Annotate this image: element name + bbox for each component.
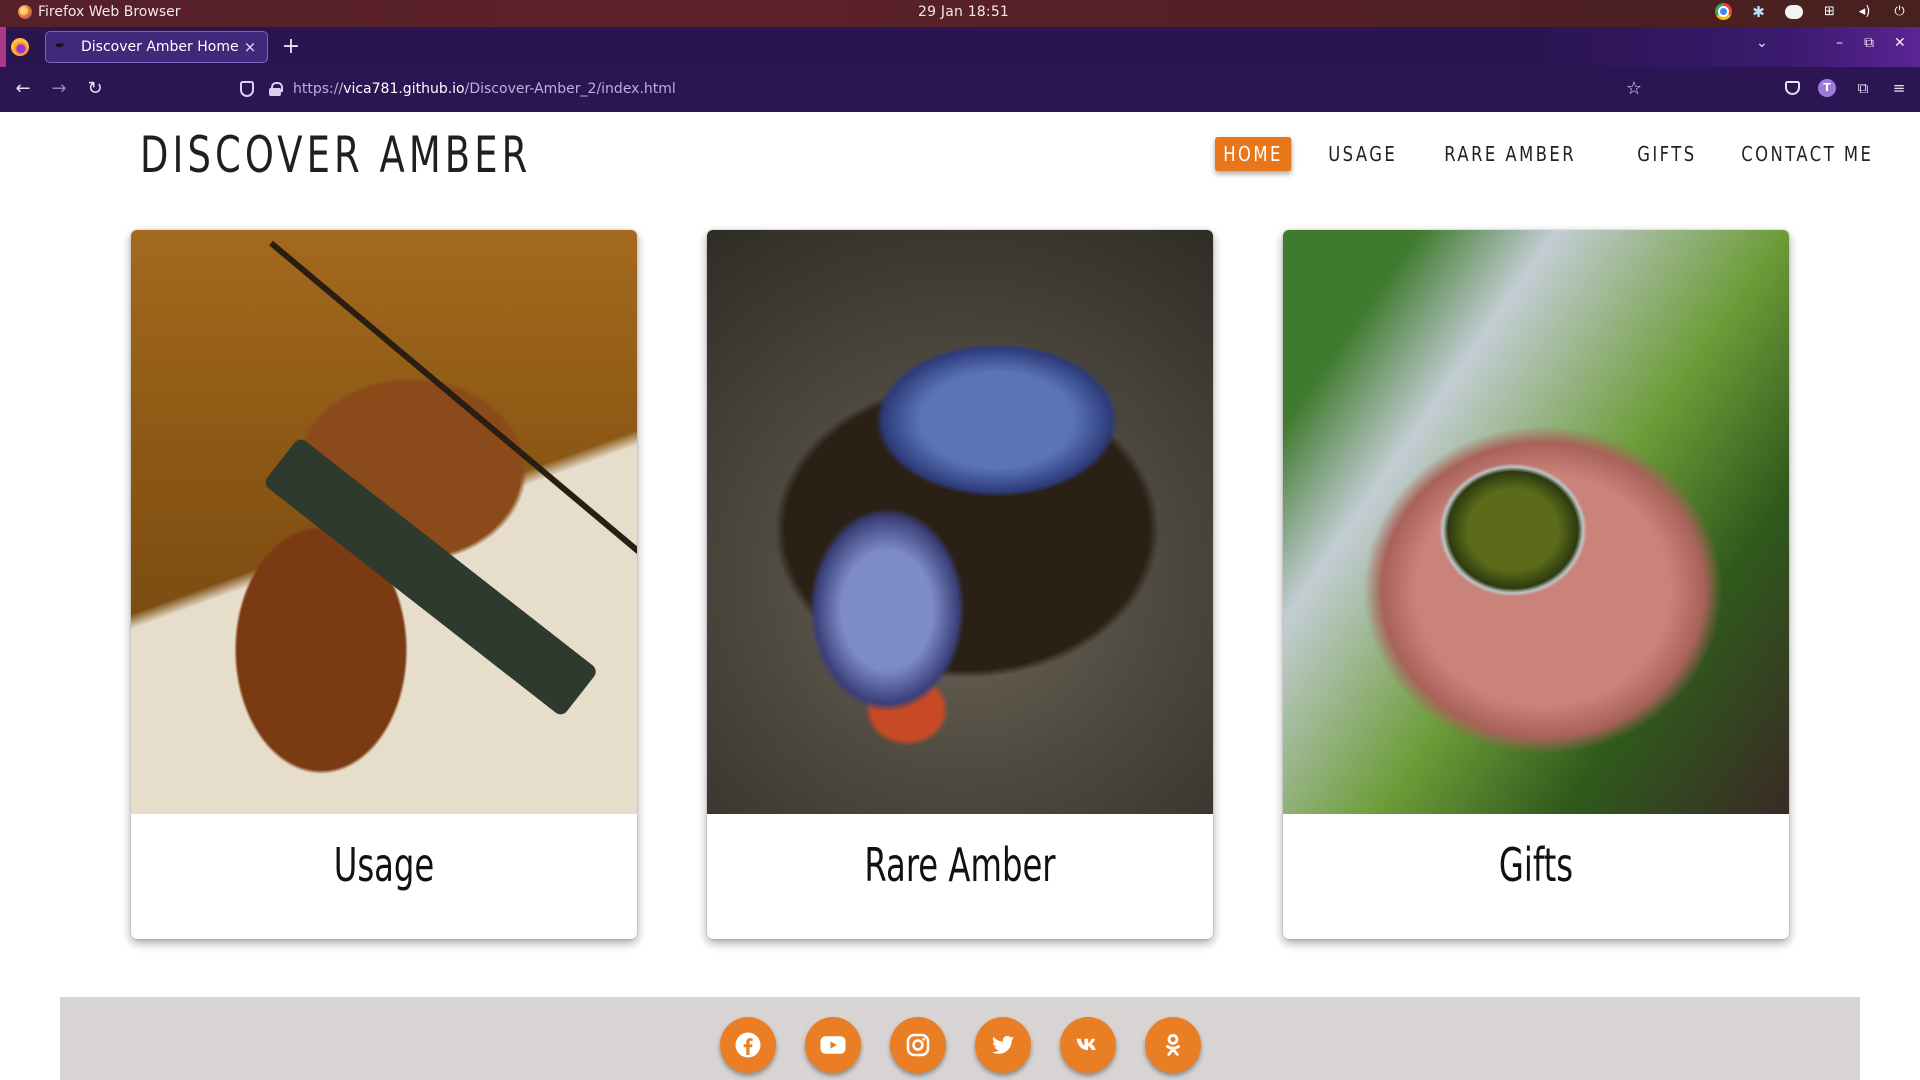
card-grid: Usage Rare Amber Gifts xyxy=(131,230,1789,939)
url-text[interactable]: https://vica781.github.io/Discover-Amber… xyxy=(293,81,676,97)
card-caption: Usage xyxy=(131,814,637,939)
clock[interactable]: 29 Jan 18:51 xyxy=(918,4,1009,20)
nav-gifts[interactable]: GIFTS xyxy=(1629,137,1705,171)
slack-icon[interactable]: ✱ xyxy=(1750,3,1767,21)
toolbar-actions: T ⧉ ≡ xyxy=(1785,79,1908,97)
extensions-icon[interactable]: ⧉ xyxy=(1854,79,1872,97)
web-page: DISCOVER AMBER HOME USAGE RARE AMBER GIF… xyxy=(0,112,1920,1080)
violin-image[interactable] xyxy=(131,230,637,814)
amber-ring-image[interactable] xyxy=(1283,230,1789,814)
bookmark-star-icon[interactable]: ☆ xyxy=(1626,78,1642,99)
firefox-mini-icon xyxy=(18,5,32,19)
account-avatar-icon[interactable]: T xyxy=(1818,79,1836,97)
network-icon[interactable]: ⊞ xyxy=(1821,3,1838,20)
address-bar[interactable]: https://vica781.github.io/Discover-Amber… xyxy=(230,73,1650,106)
navigation-toolbar: ← → ↻ https://vica781.github.io/Discover… xyxy=(0,67,1920,112)
url-host: vica781.github.io xyxy=(343,81,465,97)
card-gifts[interactable]: Gifts xyxy=(1283,230,1789,939)
restore-icon[interactable]: ⧉ xyxy=(1864,35,1874,51)
minimize-icon[interactable]: – xyxy=(1836,35,1843,51)
firefox-view-accent xyxy=(0,27,6,67)
volume-icon[interactable]: ◂) xyxy=(1856,3,1873,20)
card-caption-text[interactable]: Usage xyxy=(187,838,582,892)
footer xyxy=(60,997,1860,1080)
activities-app-menu[interactable]: Firefox Web Browser xyxy=(18,4,181,20)
tab-close-icon[interactable]: × xyxy=(239,38,261,56)
reload-icon[interactable]: ↻ xyxy=(84,78,106,100)
pocket-icon[interactable] xyxy=(1785,81,1800,95)
nav-contact-me[interactable]: CONTACT ME xyxy=(1733,137,1881,171)
nav-home[interactable]: HOME xyxy=(1215,137,1292,171)
instagram-icon[interactable] xyxy=(890,1017,946,1073)
app-name-label: Firefox Web Browser xyxy=(38,4,181,20)
menu-icon[interactable]: ≡ xyxy=(1890,79,1908,97)
youtube-icon[interactable] xyxy=(805,1017,861,1073)
forward-icon[interactable]: → xyxy=(48,78,70,100)
twitter-icon[interactable] xyxy=(975,1017,1031,1073)
nav-usage[interactable]: USAGE xyxy=(1320,137,1405,171)
chrome-icon[interactable] xyxy=(1715,3,1732,20)
card-caption: Rare Amber xyxy=(707,814,1213,939)
card-rare-amber[interactable]: Rare Amber xyxy=(707,230,1213,939)
close-window-icon[interactable]: ✕ xyxy=(1894,35,1906,51)
tab-strip: ✒ Discover Amber Home × + ⌄ – ⧉ ✕ xyxy=(0,27,1920,67)
card-caption-text[interactable]: Rare Amber xyxy=(763,838,1158,892)
card-caption-text[interactable]: Gifts xyxy=(1339,838,1734,892)
url-prefix: https:// xyxy=(293,81,344,97)
main-nav: HOME USAGE RARE AMBER GIFTS CONTACT ME xyxy=(1215,137,1920,171)
tab-title: Discover Amber Home xyxy=(81,39,239,55)
power-icon[interactable]: ⏻ xyxy=(1891,3,1908,20)
lock-icon[interactable] xyxy=(269,82,283,96)
site-favicon-icon: ✒ xyxy=(55,39,66,54)
amber-stone-image[interactable] xyxy=(707,230,1213,814)
url-path: /Discover-Amber_2/index.html xyxy=(464,81,676,97)
odnoklassniki-icon[interactable] xyxy=(1145,1017,1201,1073)
card-usage[interactable]: Usage xyxy=(131,230,637,939)
nav-rare-amber[interactable]: RARE AMBER xyxy=(1436,137,1584,171)
new-tab-button[interactable]: + xyxy=(281,33,301,61)
list-all-tabs-icon[interactable]: ⌄ xyxy=(1756,35,1768,51)
tab-discover-amber[interactable]: ✒ Discover Amber Home × xyxy=(45,31,268,63)
chat-icon[interactable] xyxy=(1785,4,1803,19)
card-caption: Gifts xyxy=(1283,814,1789,939)
firefox-view-icon[interactable] xyxy=(11,38,29,56)
vk-icon[interactable] xyxy=(1060,1017,1116,1073)
os-top-bar: Firefox Web Browser 29 Jan 18:51 ✱ ⊞ ◂) … xyxy=(0,0,1920,27)
facebook-icon[interactable] xyxy=(720,1017,776,1073)
tracking-protection-icon[interactable] xyxy=(240,81,254,97)
social-links xyxy=(720,1017,1201,1073)
back-icon[interactable]: ← xyxy=(12,78,34,100)
site-title[interactable]: DISCOVER AMBER xyxy=(140,126,531,184)
system-tray: ✱ ⊞ ◂) ⏻ xyxy=(1715,3,1908,21)
